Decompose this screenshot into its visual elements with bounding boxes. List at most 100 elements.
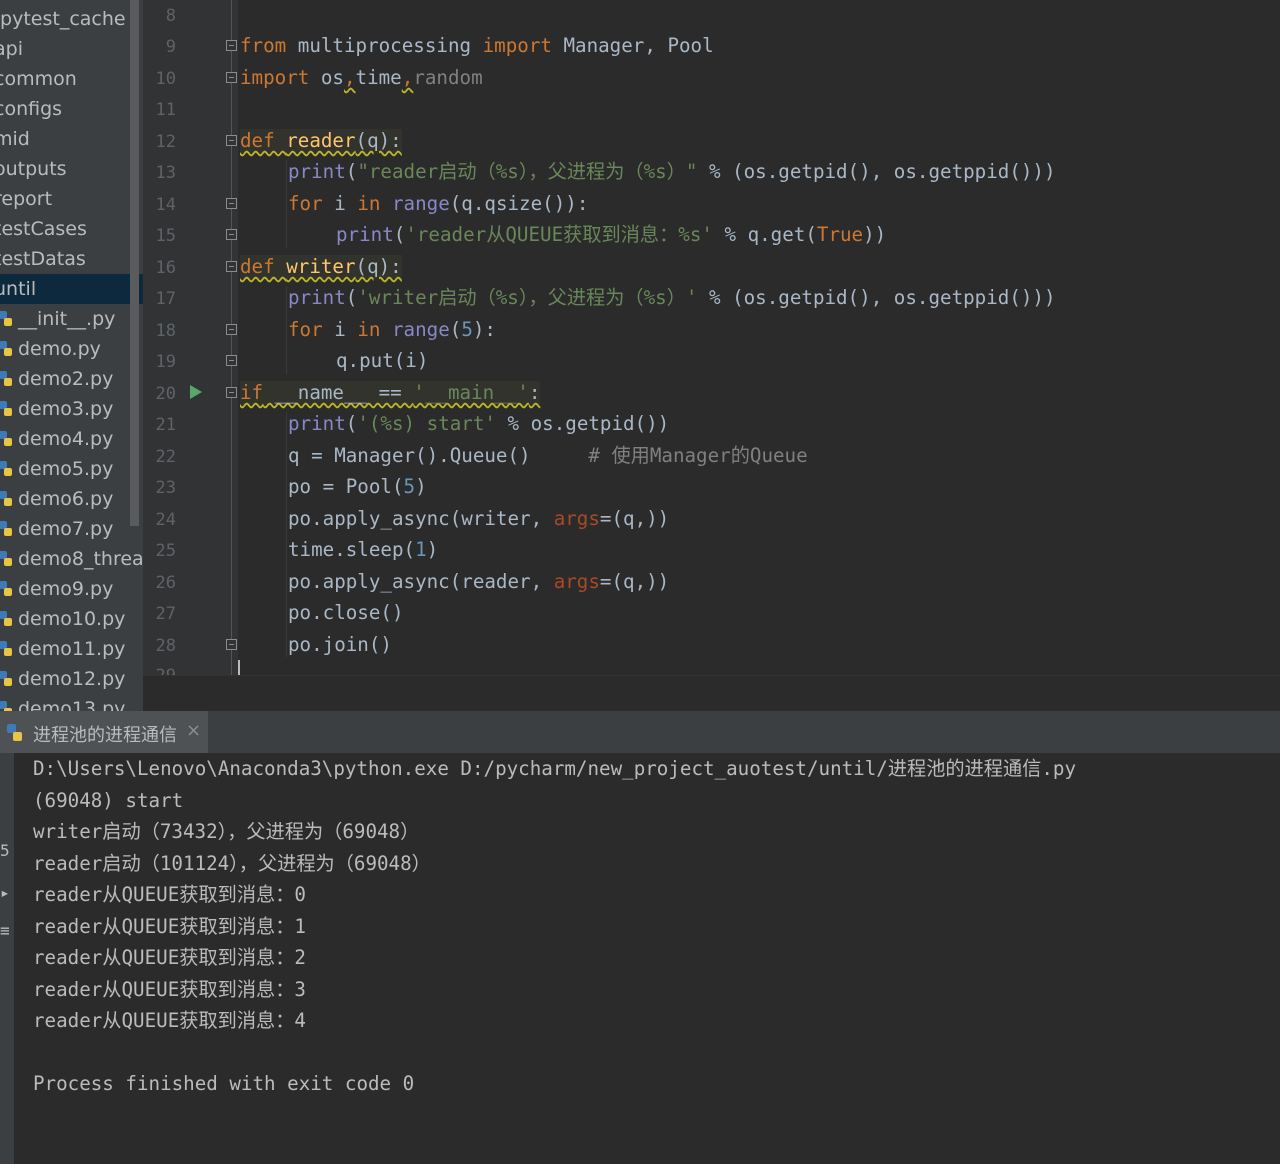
tree-folder-testcases[interactable]: testCases <box>0 214 143 244</box>
tree-file-demo4[interactable]: demo4.py <box>0 424 143 454</box>
tree-folder-pytest-cache[interactable]: .pytest_cache <box>0 4 143 34</box>
tree-file-demo2[interactable]: demo2.py <box>0 364 143 394</box>
console-line: reader启动（101124），父进程为（69048） <box>33 852 431 875</box>
tree-folder-testdatas[interactable]: testDatas <box>0 244 143 274</box>
code-line-10: import os,time,random <box>240 66 483 89</box>
line-number: 15 <box>155 226 176 246</box>
console-line: reader从QUEUE获取到消息：0 <box>33 883 306 906</box>
line-number: 9 <box>165 37 176 57</box>
code-line-25: time.sleep(1) <box>288 538 439 561</box>
tree-file-demo9[interactable]: demo9.py <box>0 574 143 604</box>
close-tab-icon[interactable]: × <box>186 720 201 741</box>
fold-end-icon[interactable] <box>226 229 237 240</box>
python-file-icon <box>0 371 12 386</box>
console-line: reader从QUEUE获取到消息：4 <box>33 1009 306 1032</box>
tree-file-demo7[interactable]: demo7.py <box>0 514 143 544</box>
tree-folder-api[interactable]: api <box>0 34 143 64</box>
code-line-18: for i in range(5): <box>288 318 496 341</box>
tree-folder-configs[interactable]: configs <box>0 94 143 124</box>
line-number: 26 <box>155 573 176 593</box>
text-caret <box>238 660 240 675</box>
fold-end-icon[interactable] <box>226 355 237 366</box>
line-number: 24 <box>155 510 176 530</box>
tree-folder-common[interactable]: common <box>0 64 143 94</box>
console-line: reader从QUEUE获取到消息：3 <box>33 978 306 1001</box>
code-line-22: q = Manager().Queue() # 使用Manager的Queue <box>288 444 808 467</box>
line-number: 27 <box>155 604 176 624</box>
code-line-17: print('writer启动（%s），父进程为（%s）' % (os.getp… <box>288 286 1056 309</box>
line-number: 12 <box>155 132 176 152</box>
side-tool-glyph[interactable]: ≡ <box>0 921 10 940</box>
tree-file-demo8-thread[interactable]: demo8_thread <box>0 544 143 574</box>
editor-bottom-strip <box>143 675 1280 712</box>
line-number: 25 <box>155 541 176 561</box>
code-line-15: print('reader从QUEUE获取到消息：%s' % q.get(Tru… <box>336 223 887 246</box>
fold-open-icon[interactable] <box>226 324 237 335</box>
code-line-19: q.put(i) <box>336 349 429 372</box>
fold-open-icon[interactable] <box>226 40 237 51</box>
run-console[interactable]: D:\Users\Lenovo\Anaconda3\python.exe D:/… <box>14 753 1280 1164</box>
gutter-divider <box>231 0 232 675</box>
fold-end-icon[interactable] <box>226 72 237 83</box>
python-file-icon <box>0 551 12 566</box>
line-number: 11 <box>155 100 176 120</box>
python-file-icon <box>0 671 12 686</box>
project-tree[interactable]: .pytest_cache api common configs mid out… <box>0 0 143 711</box>
run-tab-label: 进程池的进程通信 <box>33 725 177 746</box>
line-number: 19 <box>155 352 176 372</box>
tree-folder-mid[interactable]: mid <box>0 124 143 154</box>
line-number: 17 <box>155 289 176 309</box>
code-line-28: po.join() <box>288 633 392 656</box>
tree-file-demo3[interactable]: demo3.py <box>0 394 143 424</box>
code-line-13: print("reader启动（%s），父进程为（%s）" % (os.getp… <box>288 160 1056 183</box>
python-file-icon <box>0 641 12 656</box>
run-tool-bar: 进程池的进程通信 × <box>0 711 1280 754</box>
tree-file-demo6[interactable]: demo6.py <box>0 484 143 514</box>
tree-file-demo10[interactable]: demo10.py <box>0 604 143 634</box>
python-file-icon <box>0 701 12 711</box>
code-line-23: po = Pool(5) <box>288 475 427 498</box>
code-line-14: for i in range(q.qsize()): <box>288 192 589 215</box>
fold-open-icon[interactable] <box>226 261 237 272</box>
fold-open-icon[interactable] <box>226 198 237 209</box>
line-number: 14 <box>155 195 176 215</box>
fold-end-icon[interactable] <box>226 639 237 650</box>
console-line: reader从QUEUE获取到消息：1 <box>33 915 306 938</box>
code-line-9: from multiprocessing import Manager, Poo… <box>240 34 714 57</box>
fold-open-icon[interactable] <box>226 387 237 398</box>
side-tool-glyph[interactable]: ▸ <box>0 883 10 902</box>
code-line-21: print('(%s) start' % os.getpid()) <box>288 412 670 435</box>
code-line-12: def reader(q): <box>240 129 402 153</box>
tree-file-demo13[interactable]: demo13.py <box>0 694 143 711</box>
run-tab[interactable]: 进程池的进程通信 × <box>0 711 208 753</box>
console-line: writer启动（73432），父进程为（69048） <box>33 820 420 843</box>
line-number: 23 <box>155 478 176 498</box>
tree-file-init[interactable]: __init__.py <box>0 304 143 334</box>
tree-folder-report[interactable]: report <box>0 184 143 214</box>
run-arrow-icon[interactable] <box>190 385 202 399</box>
indent-guide <box>286 412 287 657</box>
fold-open-icon[interactable] <box>226 135 237 146</box>
line-number: 18 <box>155 321 176 341</box>
console-line: (69048) start <box>33 789 184 812</box>
line-number: 29 <box>143 666 176 675</box>
code-line-16: def writer(q): <box>240 255 402 279</box>
code-line-20: if __name__ == '__main__': <box>240 381 541 405</box>
python-file-icon <box>0 341 12 356</box>
tree-folder-outputs[interactable]: outputs <box>0 154 143 184</box>
code-editor[interactable]: from multiprocessing import Manager, Poo… <box>238 0 1280 675</box>
tree-file-demo[interactable]: demo.py <box>0 334 143 364</box>
side-tool-glyph[interactable]: 5 <box>0 841 10 860</box>
tree-file-demo12[interactable]: demo12.py <box>0 664 143 694</box>
console-line: Process finished with exit code 0 <box>33 1072 415 1095</box>
python-file-icon <box>0 491 12 506</box>
tree-file-demo5[interactable]: demo5.py <box>0 454 143 484</box>
python-file-icon <box>0 431 12 446</box>
python-file-icon <box>0 581 12 596</box>
tree-scrollbar[interactable] <box>130 0 139 526</box>
tree-folder-until[interactable]: until <box>0 274 143 304</box>
console-side-toolbar: 5 ▸ ≡ <box>0 753 14 1164</box>
python-file-icon <box>0 611 12 626</box>
line-number: 20 <box>155 384 176 404</box>
tree-file-demo11[interactable]: demo11.py <box>0 634 143 664</box>
